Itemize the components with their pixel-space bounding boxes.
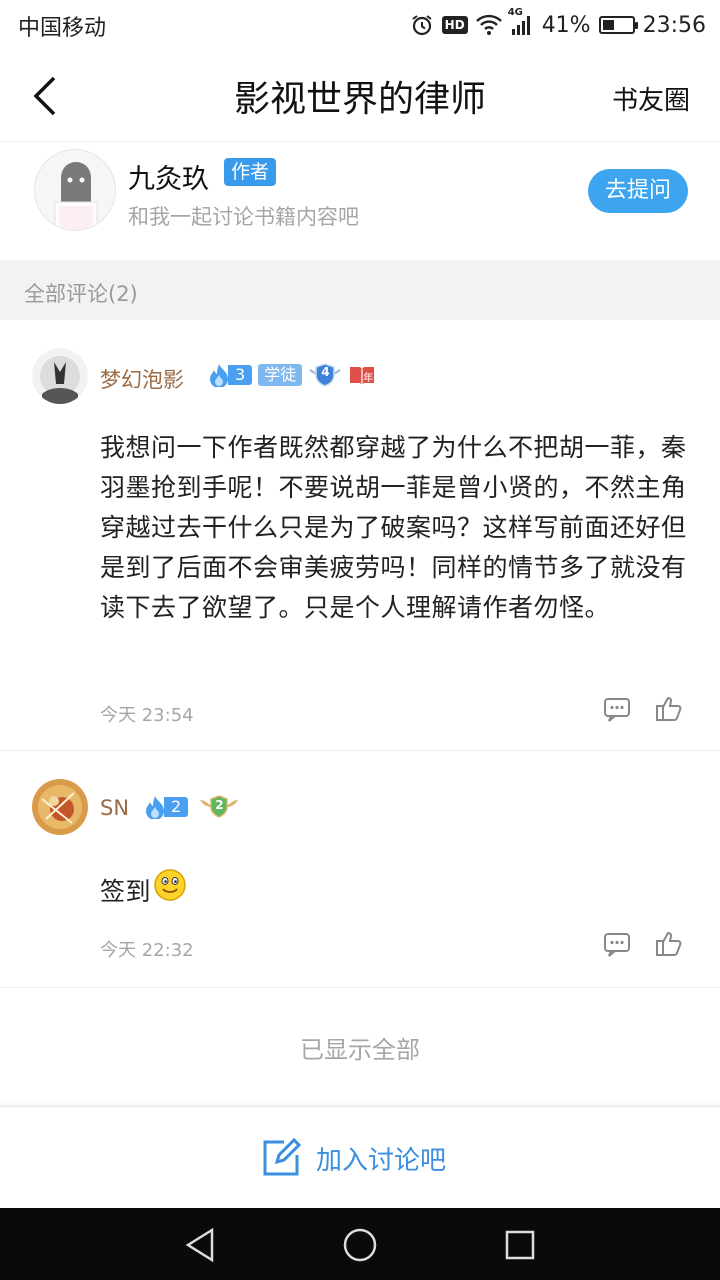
comment-content: 签到	[100, 868, 696, 914]
rank-badge: 学徒	[258, 364, 303, 386]
reply-comment-icon[interactable]	[602, 695, 632, 725]
comment-content: 我想问一下作者既然都穿越了为什么不把胡一菲，秦羽墨抢到手呢！不要说胡一菲是曾小贤…	[100, 433, 687, 622]
author-avatar[interactable]	[34, 149, 116, 231]
edit-icon	[263, 1137, 302, 1176]
system-recents-icon[interactable]	[500, 1225, 540, 1265]
battery-percent: 41%	[541, 12, 591, 38]
like-icon[interactable]	[654, 694, 684, 724]
fire-level: 2	[164, 797, 189, 817]
join-discussion-bar[interactable]: 加入讨论吧	[0, 1106, 720, 1208]
join-discussion-label: 加入讨论吧	[316, 1145, 447, 1176]
user-badges: 3 学徒 4 年	[206, 362, 376, 388]
all-shown-note: 已显示全部	[300, 1036, 420, 1064]
fire-level: 3	[228, 365, 253, 385]
hd-icon: HD	[441, 16, 468, 34]
like-icon[interactable]	[654, 929, 684, 959]
wifi-icon	[475, 14, 502, 36]
comment-item[interactable]: 梦幻泡影 3 学徒 4 年 我想问一下作者既然都穿越了为什么不把胡一菲，秦羽墨抢…	[0, 320, 720, 751]
alarm-icon	[410, 13, 434, 37]
network-type: 4G	[507, 7, 523, 18]
comment-username[interactable]: SN	[100, 796, 129, 820]
all-comments-header: 全部评论(2)	[0, 260, 720, 320]
fire-level-badge: 3	[206, 364, 253, 387]
user-avatar[interactable]	[32, 348, 88, 404]
comment-username[interactable]: 梦幻泡影	[100, 364, 184, 394]
reply-comment-icon[interactable]	[602, 930, 632, 960]
comment-time: 今天 22:32	[100, 940, 194, 961]
wing-badge-icon: 2	[198, 794, 240, 820]
system-nav-bar	[0, 1208, 720, 1280]
signal-icon: 4G	[508, 7, 534, 37]
year-badge-text: 年	[363, 373, 374, 384]
system-home-icon[interactable]	[340, 1225, 380, 1265]
chevron-left-icon	[33, 76, 56, 116]
status-bar: 中国移动 HD 4G 41% 23:56	[0, 0, 720, 50]
user-avatar[interactable]	[32, 779, 88, 835]
author-subtitle: 和我一起讨论书籍内容吧	[128, 205, 359, 229]
nav-bar: 影视世界的律师 书友圈	[0, 50, 720, 142]
author-card: 九灸玖 作者 和我一起讨论书籍内容吧 去提问	[0, 143, 720, 260]
join-discussion-button[interactable]: 加入讨论吧	[260, 1137, 446, 1179]
book-circle-link[interactable]: 书友圈	[612, 80, 690, 117]
comment-time: 今天 23:54	[100, 705, 194, 726]
fire-level-badge: 2	[142, 796, 189, 819]
user-badges: 2 2	[142, 794, 240, 820]
system-back-icon[interactable]	[180, 1225, 220, 1265]
year-badge-icon: 年	[348, 363, 376, 387]
comment-item[interactable]: SN 2 2 签到 今天 22:32	[0, 752, 720, 988]
comment-text: 签到	[100, 877, 152, 906]
battery-icon	[598, 16, 638, 34]
back-button[interactable]	[22, 74, 66, 118]
all-comments-label: 全部评论(2)	[24, 282, 138, 306]
wing-level: 2	[215, 798, 224, 812]
clock: 23:56	[642, 12, 706, 38]
status-icons: HD 4G 41% 23:56	[410, 7, 706, 42]
author-name: 九灸玖	[128, 164, 209, 195]
shield-badge-icon: 4	[308, 362, 342, 388]
shield-level: 4	[321, 365, 330, 379]
carrier-name: 中国移动	[18, 16, 107, 41]
ask-question-button[interactable]: 去提问	[588, 169, 688, 213]
smile-emoji-icon	[153, 868, 187, 914]
author-badge: 作者	[224, 158, 277, 186]
